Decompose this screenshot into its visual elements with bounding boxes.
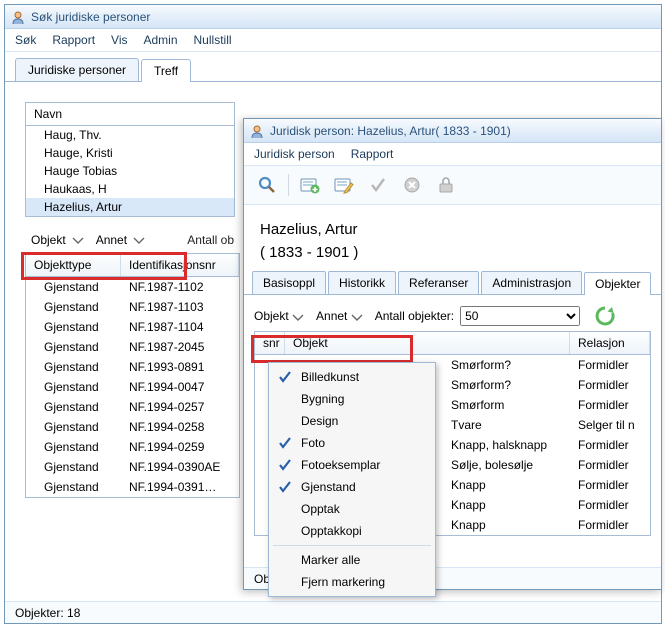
person-summary: Hazelius, Artur ( 1833 - 1901 ) [244, 205, 661, 271]
check-icon [277, 413, 293, 429]
tab-juridiske-personer[interactable]: Juridiske personer [15, 58, 139, 81]
detail-window-title: Juridisk person: Hazelius, Artur( 1833 -… [270, 124, 511, 138]
table-row[interactable]: GjenstandNF.1987-1103 [26, 297, 239, 317]
tab-objekter[interactable]: Objekter [584, 272, 651, 295]
menu-item[interactable]: Design [269, 410, 435, 432]
antall-label: Antall objekter: [375, 309, 454, 323]
table-row[interactable]: GjenstandNF.1994-0391… [26, 477, 239, 497]
menu-item[interactable]: Foto [269, 432, 435, 454]
app-icon [11, 10, 25, 24]
main-window-title: Søk juridiske personer [31, 10, 150, 24]
table-row[interactable]: GjenstandNF.1994-0259 [26, 437, 239, 457]
objekt-dropdown-detail[interactable]: Objekt [254, 309, 302, 323]
col-objekttype[interactable]: Objekttype [26, 254, 121, 276]
check-icon [277, 457, 293, 473]
check-icon [277, 574, 293, 590]
table-row[interactable]: GjenstandNF.1994-0257 [26, 397, 239, 417]
tab-administrasjon[interactable]: Administrasjon [481, 271, 582, 294]
list-item[interactable]: Haukaas, H [26, 180, 234, 198]
table-row[interactable]: GjenstandNF.1993-0891 [26, 357, 239, 377]
main-statusbar: Objekter: 18 [5, 601, 661, 623]
objekt-filter-menu: BilledkunstBygningDesignFotoFotoeksempla… [268, 362, 436, 597]
detail-titlebar: Juridisk person: Hazelius, Artur( 1833 -… [244, 119, 661, 143]
person-icon [250, 124, 264, 138]
list-item[interactable]: Hazelius, Artur [26, 198, 234, 216]
main-tabbar: Juridiske personer Treff [5, 52, 661, 82]
check-icon [277, 391, 293, 407]
antall-label-main: Antall ob [187, 233, 234, 247]
menu-item[interactable]: Fotoeksemplar [269, 454, 435, 476]
chevron-down-icon [133, 237, 143, 243]
person-dates: ( 1833 - 1901 ) [260, 244, 645, 261]
check-icon [277, 501, 293, 517]
menu-admin[interactable]: Admin [144, 33, 178, 47]
col-relasjon[interactable]: Relasjon [570, 332, 650, 354]
objekt-dropdown-main[interactable]: Objekt [31, 233, 82, 247]
check-icon [277, 552, 293, 568]
chevron-down-icon [292, 314, 302, 320]
main-titlebar: Søk juridiske personer [5, 5, 661, 29]
main-filterbar: Objekt Annet Antall ob [25, 227, 240, 253]
menu-item[interactable]: Bygning [269, 388, 435, 410]
col-identnr[interactable]: Identifikasjonsnr [121, 254, 239, 276]
cancel-button[interactable] [399, 172, 425, 198]
person-name: Hazelius, Artur [260, 221, 645, 238]
check-icon [277, 369, 293, 385]
navn-header: Navn [26, 103, 234, 126]
menu-sok[interactable]: Søk [15, 33, 36, 47]
check-icon [277, 479, 293, 495]
detail-menubar: Juridisk person Rapport [244, 143, 661, 166]
main-grid: Objekttype Identifikasjonsnr GjenstandNF… [25, 253, 240, 498]
list-item[interactable]: Hauge Tobias [26, 162, 234, 180]
col-objekt[interactable]: Objekt [285, 332, 570, 354]
tab-historikk[interactable]: Historikk [328, 271, 396, 294]
detail-toolbar [244, 166, 661, 205]
menu-item[interactable]: Opptak [269, 498, 435, 520]
list-item[interactable]: Hauge, Kristi [26, 144, 234, 162]
check-icon [277, 435, 293, 451]
table-row[interactable]: GjenstandNF.1987-1102 [26, 277, 239, 297]
menu-item[interactable]: Gjenstand [269, 476, 435, 498]
tab-treff[interactable]: Treff [141, 59, 191, 82]
table-row[interactable]: GjenstandNF.1994-0047 [26, 377, 239, 397]
table-row[interactable]: GjenstandNF.1994-0390AE [26, 457, 239, 477]
antall-select[interactable]: 50 [460, 306, 580, 326]
menu-item[interactable]: Marker alle [269, 549, 435, 571]
refresh-button[interactable] [594, 305, 616, 327]
main-menubar: Søk Rapport Vis Admin Nullstill [5, 29, 661, 52]
antall-objekter-control[interactable]: Antall objekter: 50 [375, 306, 580, 326]
lock-button[interactable] [433, 172, 459, 198]
detail-tabbar: Basisoppl Historikk Referanser Administr… [244, 271, 661, 295]
tab-basisoppl[interactable]: Basisoppl [252, 271, 326, 294]
edit-button[interactable] [331, 172, 357, 198]
new-button[interactable] [297, 172, 323, 198]
menu-juridisk-person[interactable]: Juridisk person [254, 147, 335, 161]
chevron-down-icon [351, 314, 361, 320]
menu-rapport-detail[interactable]: Rapport [351, 147, 394, 161]
table-row[interactable]: GjenstandNF.1987-1104 [26, 317, 239, 337]
menu-item[interactable]: Opptakkopi [269, 520, 435, 542]
apply-button[interactable] [365, 172, 391, 198]
tab-referanser[interactable]: Referanser [398, 271, 479, 294]
table-row[interactable]: GjenstandNF.1987-2045 [26, 337, 239, 357]
table-row[interactable]: GjenstandNF.1994-0258 [26, 417, 239, 437]
menu-item[interactable]: Billedkunst [269, 366, 435, 388]
annet-dropdown-main[interactable]: Annet [96, 233, 143, 247]
chevron-down-icon [72, 237, 82, 243]
menu-rapport[interactable]: Rapport [52, 33, 95, 47]
navn-list: Navn Haug, Thv.Hauge, KristiHauge Tobias… [25, 102, 235, 217]
col-snr[interactable]: snr [255, 332, 285, 354]
menu-item[interactable]: Fjern markering [269, 571, 435, 593]
search-button[interactable] [254, 172, 280, 198]
menu-nullstill[interactable]: Nullstill [194, 33, 232, 47]
list-item[interactable]: Haug, Thv. [26, 126, 234, 144]
menu-vis[interactable]: Vis [111, 33, 127, 47]
annet-dropdown-detail[interactable]: Annet [316, 309, 361, 323]
check-icon [277, 523, 293, 539]
